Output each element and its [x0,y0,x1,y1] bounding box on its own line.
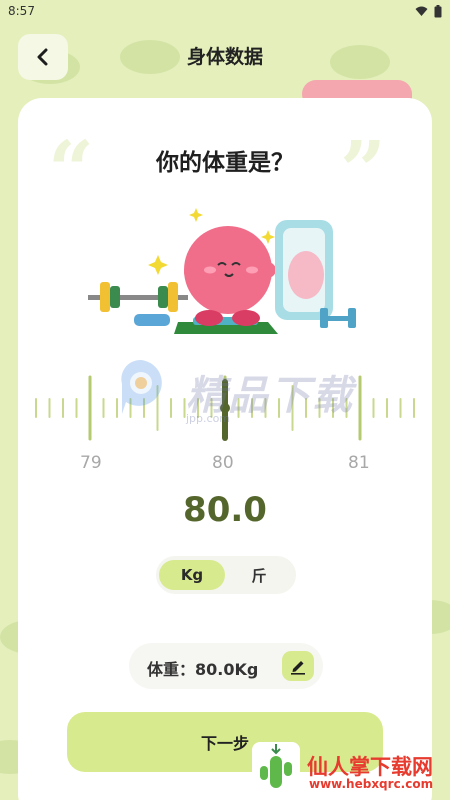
weight-illustration [88,208,356,334]
corner-badge-url: www.hebxqrc.com [309,777,434,791]
weight-summary: 体重：80.0Kg [129,643,323,689]
wifi-icon [415,6,428,16]
status-time: 8:57 [8,4,35,18]
edit-pen-icon [291,661,305,675]
watermark-logo-icon [121,359,162,414]
ruler-label-80: 80 [212,453,234,473]
unit-option-jin[interactable]: 斤 [226,560,292,590]
unit-option-kg[interactable]: Kg [159,560,225,590]
header: 身体数据 [0,26,450,82]
weight-summary-text: 体重：80.0Kg [147,660,259,679]
page-title: 身体数据 [186,46,263,68]
ruler-label-81: 81 [348,453,370,473]
battery-icon [434,4,442,17]
weight-value: 80.0 [183,490,267,530]
edit-weight-button[interactable] [282,651,314,681]
watermark-url: jpp.com [186,412,231,425]
status-bar: 8:57 [0,0,450,22]
question-heading: 你的体重是？ [156,150,294,176]
cactus-logo-icon [252,742,300,794]
ruler-label-79: 79 [80,453,102,473]
unit-toggle: Kg 斤 [156,556,296,594]
